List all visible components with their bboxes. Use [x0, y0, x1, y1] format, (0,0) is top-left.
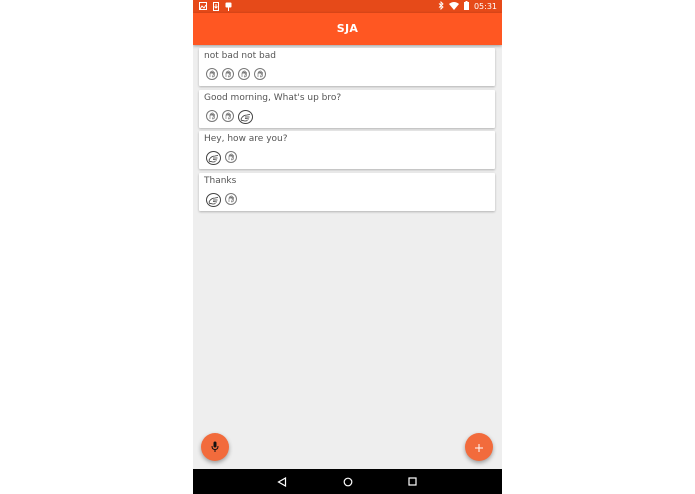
message-text: Good morning, What's up bro? [204, 93, 342, 103]
app-bar: SJA [193, 13, 502, 45]
sign-row [206, 193, 237, 207]
hand-sign-icon[interactable] [238, 68, 250, 80]
sign-row [206, 110, 253, 124]
hand-sign-icon[interactable] [206, 193, 221, 207]
bluetooth-icon [438, 0, 444, 12]
hand-sign-icon[interactable] [222, 110, 234, 122]
add-button[interactable] [465, 433, 493, 461]
hand-sign-icon[interactable] [254, 68, 266, 80]
message-card[interactable]: Hey, how are you? [199, 131, 495, 169]
message-text: Thanks [204, 176, 237, 186]
image-icon [199, 2, 207, 13]
recents-icon[interactable] [406, 475, 419, 488]
plus-icon [474, 438, 484, 457]
app-screen: 05:31 SJA not bad not bad Good morning, … [193, 0, 502, 494]
hand-sign-icon[interactable] [225, 151, 237, 163]
navigation-bar [193, 469, 502, 494]
back-icon[interactable] [275, 475, 288, 488]
wifi-icon [448, 1, 459, 12]
message-text: Hey, how are you? [204, 134, 288, 144]
home-icon[interactable] [341, 475, 354, 488]
hand-sign-icon[interactable] [225, 193, 237, 205]
message-card[interactable]: Good morning, What's up bro? [199, 90, 495, 128]
status-time: 05:31 [473, 2, 497, 11]
hand-sign-icon[interactable] [238, 110, 253, 124]
hand-sign-icon[interactable] [206, 68, 218, 80]
microphone-button[interactable] [201, 433, 229, 461]
sign-row [206, 68, 266, 80]
pin-icon [225, 2, 232, 13]
phone-download-icon [213, 2, 219, 13]
hand-sign-icon[interactable] [222, 68, 234, 80]
message-text: not bad not bad [204, 51, 276, 61]
battery-icon [463, 1, 469, 12]
microphone-icon [210, 438, 220, 457]
hand-sign-icon[interactable] [206, 151, 221, 165]
message-card[interactable]: Thanks [199, 173, 495, 211]
status-bar: 05:31 [193, 0, 502, 13]
message-card[interactable]: not bad not bad [199, 48, 495, 86]
app-title: SJA [336, 22, 359, 35]
hand-sign-icon[interactable] [206, 110, 218, 122]
sign-row [206, 151, 237, 165]
